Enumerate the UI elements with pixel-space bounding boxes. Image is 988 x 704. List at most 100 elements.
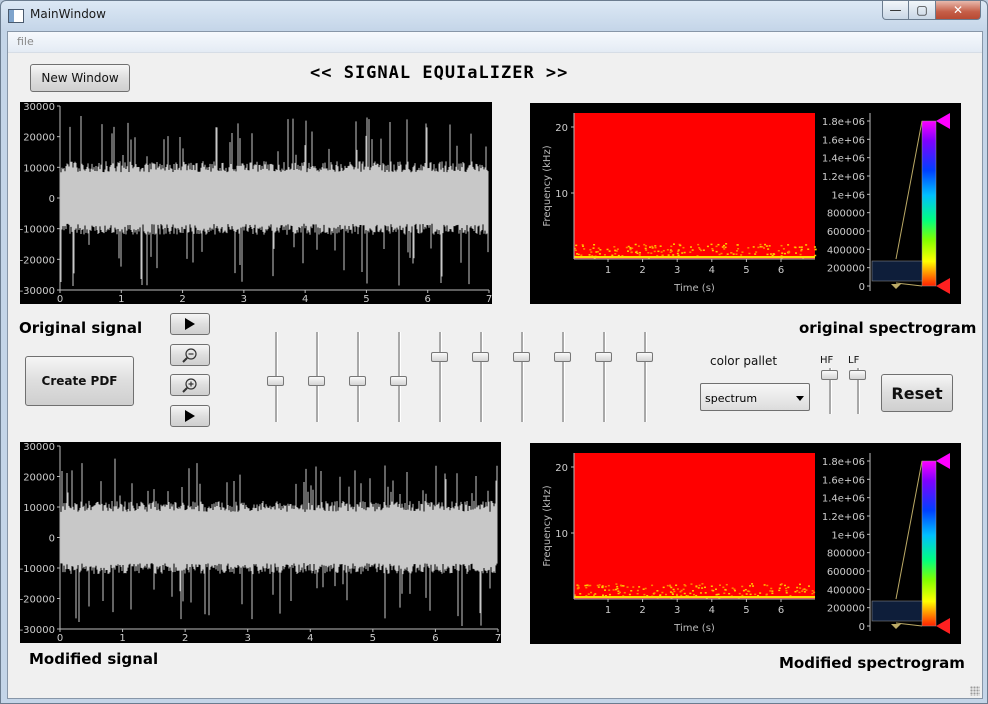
x-tick-label: 4 xyxy=(709,605,715,616)
y-tick-label: 30000 xyxy=(23,442,55,453)
title-bar[interactable]: MainWindow — ▢ ✕ xyxy=(1,1,987,31)
y-tick-label: -30000 xyxy=(20,286,55,297)
equalizer-slider[interactable] xyxy=(471,332,491,422)
colorbar-tick-label: 1.2e+06 xyxy=(822,512,865,523)
zoom-out-button[interactable] xyxy=(170,344,210,366)
y-axis-label: Frequency (kHz) xyxy=(542,145,553,226)
x-tick-label: 3 xyxy=(674,265,680,276)
equalizer-slider[interactable] xyxy=(389,332,409,422)
colorbar-tick-label: 600000 xyxy=(827,567,865,578)
x-tick-label: 3 xyxy=(674,605,680,616)
original-signal-label: Original signal xyxy=(19,319,143,337)
new-window-button[interactable]: New Window xyxy=(30,64,130,92)
equalizer-slider[interactable] xyxy=(266,332,286,422)
minimize-button[interactable]: — xyxy=(882,1,909,20)
colorbar-region xyxy=(871,600,923,622)
equalizer-slider-handle[interactable] xyxy=(636,352,653,362)
x-tick-label: 5 xyxy=(363,294,369,304)
equalizer-slider-handle[interactable] xyxy=(513,352,530,362)
y-tick-label: 10000 xyxy=(23,503,55,514)
hf-label: HF xyxy=(820,355,834,366)
lf-slider-handle[interactable] xyxy=(849,369,866,380)
colorbar-tick-label: 1.6e+06 xyxy=(822,475,865,486)
colorbar-tick-label: 1.6e+06 xyxy=(822,135,865,146)
x-tick-label: 2 xyxy=(182,633,188,643)
x-tick-label: 5 xyxy=(743,605,749,616)
lf-slider[interactable] xyxy=(848,368,868,414)
equalizer-slider-handle[interactable] xyxy=(554,352,571,362)
equalizer-slider-handle[interactable] xyxy=(349,376,366,386)
hf-slider[interactable] xyxy=(820,368,840,414)
y-tick-label: -20000 xyxy=(20,255,55,266)
x-tick-label: 1 xyxy=(118,294,124,304)
modified-spectrogram-plot[interactable]: 20 10 1 2 3 4 5 6 Frequency (kHz) Time (s) 1.8e+06… xyxy=(530,443,961,644)
y-tick-label: 10 xyxy=(555,529,568,540)
colorbar-gradient xyxy=(921,460,937,627)
x-tick-label: 5 xyxy=(743,265,749,276)
original-signal-plot[interactable]: 30000 20000 10000 0 -10000 -20000 -30000 0 1 2 3 4 5… xyxy=(20,102,492,304)
lf-label: LF xyxy=(848,355,860,366)
colorbar-min-handle xyxy=(936,278,950,294)
equalizer-slider[interactable] xyxy=(594,332,614,422)
equalizer-slider-handle[interactable] xyxy=(595,352,612,362)
hf-slider-handle[interactable] xyxy=(821,369,838,380)
chevron-down-icon xyxy=(796,396,804,401)
x-tick-label: 0 xyxy=(57,294,63,304)
menu-file[interactable]: file xyxy=(17,35,34,48)
equalizer-slider[interactable] xyxy=(512,332,532,422)
modified-signal-plot[interactable]: 30000 20000 10000 0 -10000 -20000 -30000 0 1 2 3 4 5… xyxy=(20,442,501,643)
y-tick-label: 20 xyxy=(555,463,568,474)
colorbar-max-handle xyxy=(936,113,950,129)
x-tick-label: 1 xyxy=(605,605,611,616)
equalizer-slider[interactable] xyxy=(430,332,450,422)
equalizer-slider[interactable] xyxy=(348,332,368,422)
maximize-button[interactable]: ▢ xyxy=(909,1,936,20)
x-tick-label: 6 xyxy=(778,265,784,276)
y-tick-label: 30000 xyxy=(23,102,55,113)
equalizer-slider-handle[interactable] xyxy=(308,376,325,386)
equalizer-slider[interactable] xyxy=(635,332,655,422)
colorbar-tick-label: 800000 xyxy=(827,209,865,220)
close-button[interactable]: ✕ xyxy=(936,1,981,20)
spectrogram-heatmap xyxy=(574,113,815,259)
equalizer-slider[interactable] xyxy=(553,332,573,422)
create-pdf-button[interactable]: Create PDF xyxy=(25,356,134,406)
spectrogram-heatmap xyxy=(574,453,815,599)
modified-spectrogram-label: Modified spectrogram xyxy=(779,654,965,672)
zoom-out-icon xyxy=(182,348,197,363)
app-icon xyxy=(8,9,24,23)
play-original-button[interactable] xyxy=(170,313,210,335)
x-tick-label: 7 xyxy=(495,633,501,643)
play-icon xyxy=(185,318,195,330)
y-tick-label: -10000 xyxy=(20,564,55,575)
equalizer-slider-handle[interactable] xyxy=(472,352,489,362)
colorbar-tick-label: 1.8e+06 xyxy=(822,117,865,128)
zoom-in-button[interactable] xyxy=(170,374,210,396)
equalizer-slider-handle[interactable] xyxy=(267,376,284,386)
play-modified-button[interactable] xyxy=(170,405,210,427)
colorbar-tick-label: 600000 xyxy=(827,227,865,238)
play-icon xyxy=(185,410,195,422)
zoom-in-icon xyxy=(182,378,197,393)
original-spectrogram-plot[interactable]: 20 10 1 2 3 4 5 6 Frequency (kHz) Time (s) 1.8e+06… xyxy=(530,103,961,304)
x-tick-label: 1 xyxy=(605,265,611,276)
main-window: MainWindow — ▢ ✕ file New Window << SIGN… xyxy=(0,0,988,704)
equalizer-slider-handle[interactable] xyxy=(431,352,448,362)
colorbar-tick-label: 200000 xyxy=(827,604,865,615)
y-tick-label: 0 xyxy=(49,534,55,545)
y-tick-label: -30000 xyxy=(20,625,55,636)
equalizer-slider-handle[interactable] xyxy=(390,376,407,386)
colorbar-min-handle xyxy=(936,618,950,634)
modified-signal-label: Modified signal xyxy=(29,650,159,668)
reset-button[interactable]: Reset xyxy=(881,374,953,412)
x-tick-label: 4 xyxy=(302,294,308,304)
menu-bar: file xyxy=(8,32,982,53)
close-icon: ✕ xyxy=(952,3,964,17)
x-tick-label: 3 xyxy=(245,633,251,643)
x-tick-label: 6 xyxy=(432,633,438,643)
equalizer-slider[interactable] xyxy=(307,332,327,422)
colorbar-tick-label: 200000 xyxy=(827,264,865,275)
colorbar-tick-label: 800000 xyxy=(827,549,865,560)
resize-grip[interactable] xyxy=(970,686,980,696)
color-pallet-select[interactable]: spectrum xyxy=(700,383,810,411)
